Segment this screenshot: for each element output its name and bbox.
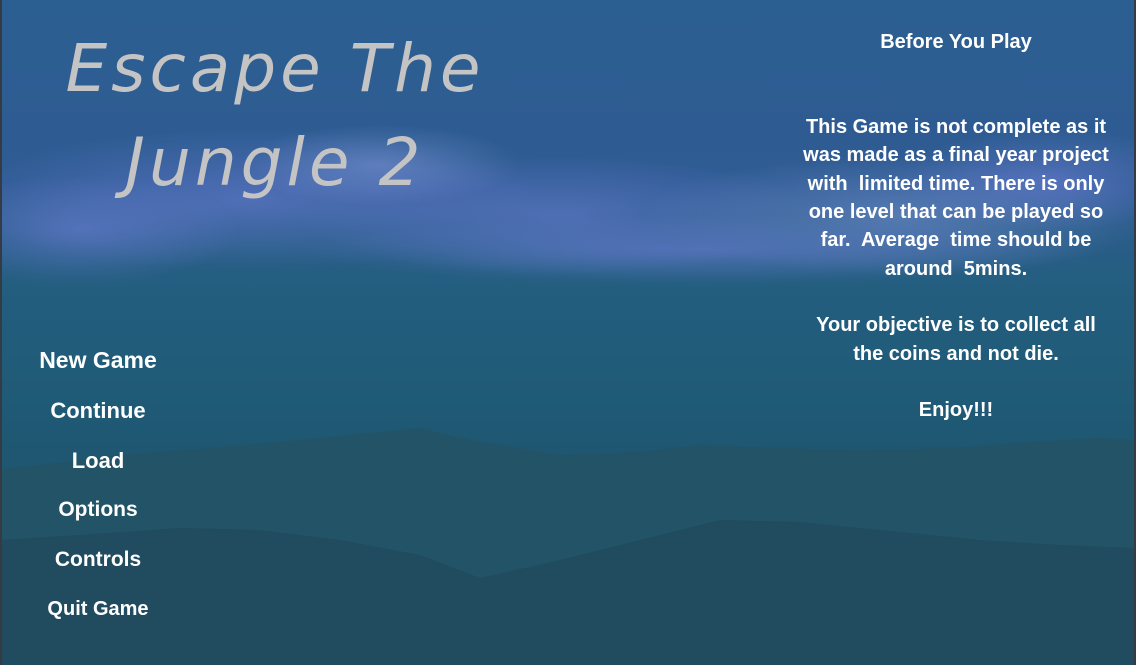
controls-button[interactable]: Controls [0, 535, 196, 585]
quit-game-button[interactable]: Quit Game [0, 585, 196, 635]
new-game-button[interactable]: New Game [0, 336, 196, 386]
options-button[interactable]: Options [0, 485, 196, 535]
load-button[interactable]: Load [0, 436, 196, 486]
main-menu: New Game Continue Load Options Controls … [0, 336, 196, 635]
main-menu-screen: Escape The Jungle 2 New Game Continue Lo… [0, 0, 1136, 665]
before-you-play-panel: Before You Play This Game is not complet… [776, 0, 1136, 453]
game-title: Escape The Jungle 2 [65, 30, 485, 201]
info-heading: Before You Play [880, 31, 1032, 54]
info-body-text: This Game is not complete as it was made… [803, 116, 1109, 422]
continue-button[interactable]: Continue [0, 386, 196, 436]
